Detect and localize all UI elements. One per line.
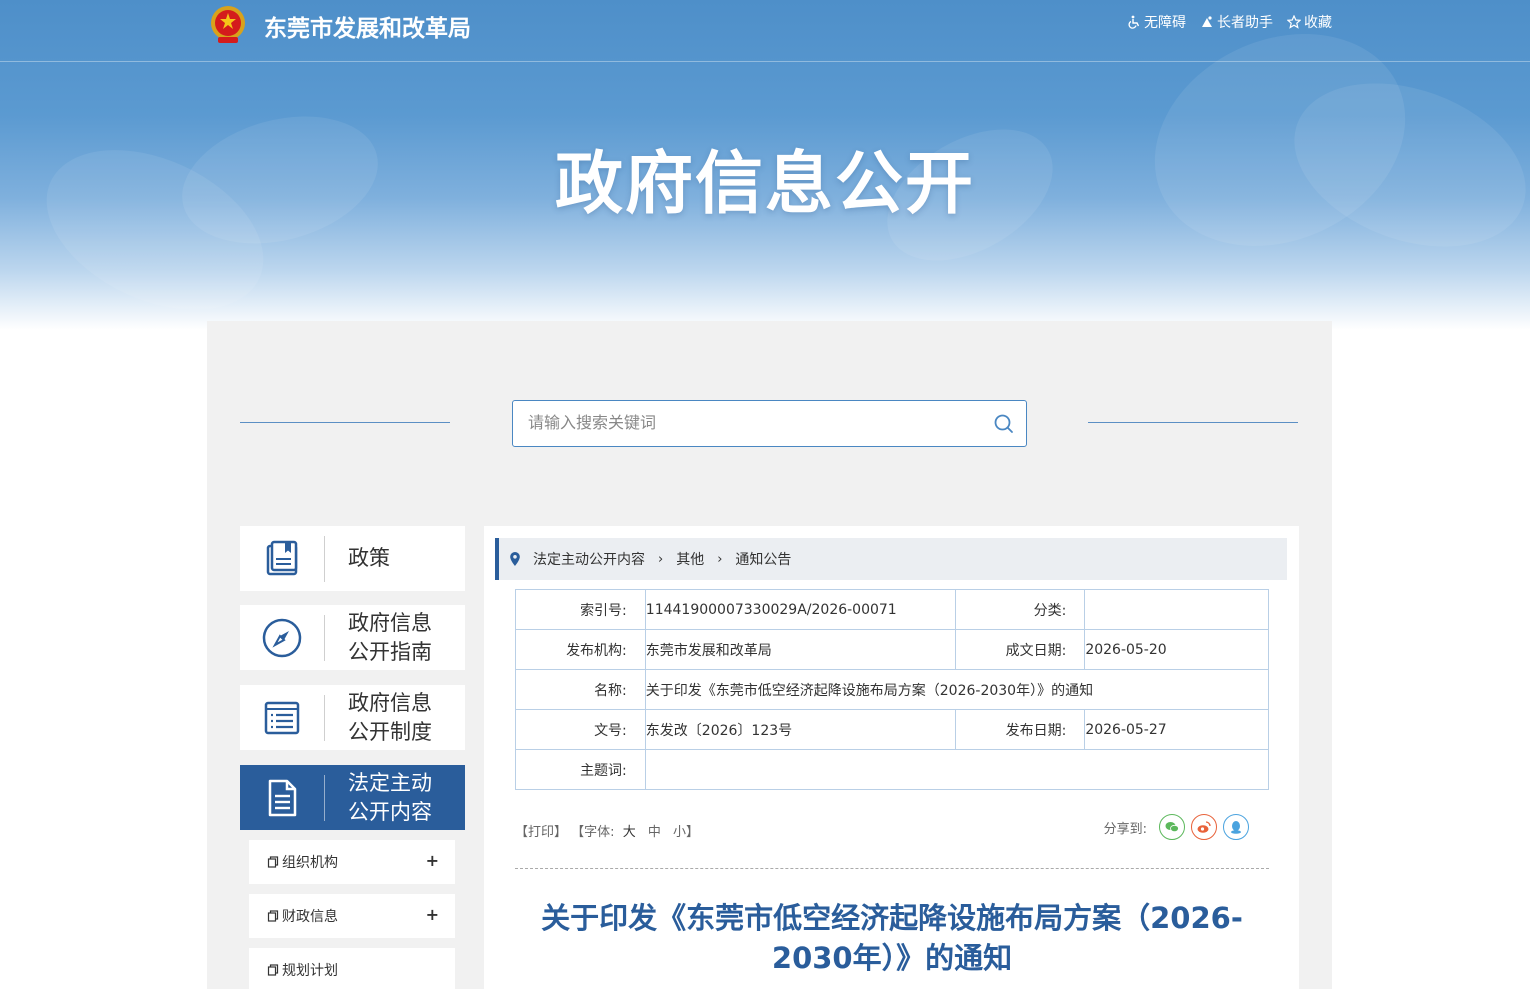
- meta-label: 主题词:: [515, 749, 646, 790]
- font-suffix: 】: [686, 825, 700, 840]
- accessibility-link[interactable]: 无障碍: [1127, 12, 1186, 32]
- breadcrumb: 法定主动公开内容 › 其他 › 通知公告: [495, 538, 1287, 580]
- meta-label: 文号:: [515, 709, 646, 750]
- site-name[interactable]: 东莞市发展和改革局: [264, 9, 471, 43]
- meta-keywords-value: [644, 749, 1270, 790]
- meta-created-value: 2026-05-20: [1084, 629, 1269, 670]
- meta-label: 发布机构:: [515, 629, 646, 670]
- meta-published-value: 2026-05-27: [1084, 709, 1269, 750]
- meta-docno-value: 东发改〔2026〕123号: [644, 709, 956, 750]
- sub-item-label: 财政信息: [282, 909, 338, 925]
- sub-item-label: 组织机构: [282, 855, 338, 871]
- header-tools: 无障碍 长者助手 收藏: [1127, 12, 1332, 32]
- policy-book-icon: [266, 540, 298, 575]
- elder-helper-link[interactable]: 长者助手: [1200, 12, 1273, 32]
- search-icon[interactable]: [992, 412, 1016, 436]
- banner-title: 政府信息公开: [554, 145, 975, 224]
- search-divider-right: [1088, 422, 1298, 423]
- meta-label: 分类:: [954, 589, 1086, 630]
- breadcrumb-item[interactable]: 其他: [676, 549, 704, 569]
- print-button[interactable]: 【打印】: [515, 825, 567, 840]
- share-weibo-button[interactable]: [1191, 814, 1217, 840]
- star-icon: [1287, 15, 1301, 29]
- meta-name-value: 关于印发《东莞市低空经济起降设施布局方案（2026-2030年）》的通知: [644, 669, 1270, 710]
- qq-icon: [1231, 821, 1241, 834]
- favorite-label: 收藏: [1304, 15, 1332, 31]
- sub-item-organization[interactable]: 组织机构 +: [249, 840, 455, 884]
- meta-category-value: [1084, 589, 1269, 630]
- meta-index-value: 11441900007330029A/2026-00071: [644, 589, 956, 630]
- sub-item-finance[interactable]: 财政信息 +: [249, 894, 455, 938]
- copy-icon: [267, 910, 279, 922]
- search-input[interactable]: [513, 401, 973, 446]
- breadcrumb-item[interactable]: 通知公告: [735, 549, 791, 569]
- sidebar-item-policy[interactable]: 政策: [240, 526, 465, 591]
- article-content: 法定主动公开内容 › 其他 › 通知公告 索引号: 11441900007330…: [484, 526, 1299, 989]
- top-bar: 东莞市发展和改革局 无障碍 长者助手 收藏: [0, 0, 1530, 62]
- meta-label: 名称:: [515, 669, 646, 710]
- share-bar: 分享到:: [1104, 814, 1249, 840]
- font-medium-button[interactable]: 中: [648, 825, 661, 840]
- main-panel: 政策 政府信息 公开指南 政府信息 公开制度 法定主动 公开内容 组织机构 + …: [207, 321, 1332, 989]
- copy-icon: [267, 856, 279, 868]
- sidebar-item-label: 法定主动 公开内容: [348, 770, 432, 824]
- expand-plus-icon[interactable]: +: [426, 905, 439, 924]
- sidebar-item-statutory-content[interactable]: 法定主动 公开内容: [240, 765, 465, 830]
- divider: [515, 868, 1269, 869]
- elder-helper-label: 长者助手: [1217, 15, 1273, 31]
- article-title: 关于印发《东莞市低空经济起降设施布局方案（2026-2030年）》的通知: [541, 901, 1243, 975]
- expand-plus-icon[interactable]: +: [426, 851, 439, 870]
- meta-label: 索引号:: [515, 589, 646, 630]
- wechat-icon: [1165, 822, 1179, 833]
- chevron-right-icon: ›: [658, 551, 664, 567]
- list-document-icon: [264, 701, 300, 734]
- copy-icon: [267, 964, 279, 976]
- wheelchair-icon: [1128, 15, 1140, 29]
- meta-label: 发布日期:: [954, 709, 1086, 750]
- font-small-button[interactable]: 小: [673, 825, 686, 840]
- sub-item-planning[interactable]: 规划计划: [249, 948, 455, 989]
- sub-item-label: 规划计划: [282, 963, 338, 979]
- favorite-link[interactable]: 收藏: [1287, 12, 1332, 32]
- breadcrumb-item[interactable]: 法定主动公开内容: [533, 549, 645, 569]
- sidebar-item-label: 政策: [348, 546, 390, 570]
- location-pin-icon: [510, 552, 520, 566]
- font-large-button[interactable]: 大: [623, 825, 636, 840]
- share-wechat-button[interactable]: [1159, 814, 1185, 840]
- sidebar-item-system[interactable]: 政府信息 公开制度: [240, 685, 465, 750]
- document-metadata-table: 索引号: 11441900007330029A/2026-00071 分类: 发…: [515, 589, 1270, 790]
- accessibility-label: 无障碍: [1144, 15, 1186, 31]
- sidebar-item-guide[interactable]: 政府信息 公开指南: [240, 605, 465, 670]
- search-divider-left: [240, 422, 450, 423]
- meta-issuer-value: 东莞市发展和改革局: [644, 629, 956, 670]
- share-label: 分享到:: [1103, 821, 1147, 837]
- document-icon: [268, 779, 297, 816]
- sidebar-item-label: 政府信息 公开指南: [348, 610, 432, 664]
- compass-icon: [262, 618, 302, 657]
- search-box: [512, 400, 1027, 447]
- article-tools: 【打印】 【字体: 大 中 小】 分享到:: [515, 814, 1269, 841]
- national-emblem-icon: [211, 6, 245, 43]
- font-prefix: 【字体:: [571, 825, 615, 840]
- sidebar-item-label: 政府信息 公开制度: [348, 690, 432, 744]
- chevron-right-icon: ›: [717, 551, 723, 567]
- share-qq-button[interactable]: [1223, 814, 1249, 840]
- elder-helper-icon: [1202, 16, 1212, 27]
- page-banner: 东莞市发展和改革局 无障碍 长者助手 收藏 政府信息公开: [0, 0, 1530, 330]
- meta-label: 成文日期:: [954, 629, 1086, 670]
- weibo-icon: [1197, 821, 1211, 833]
